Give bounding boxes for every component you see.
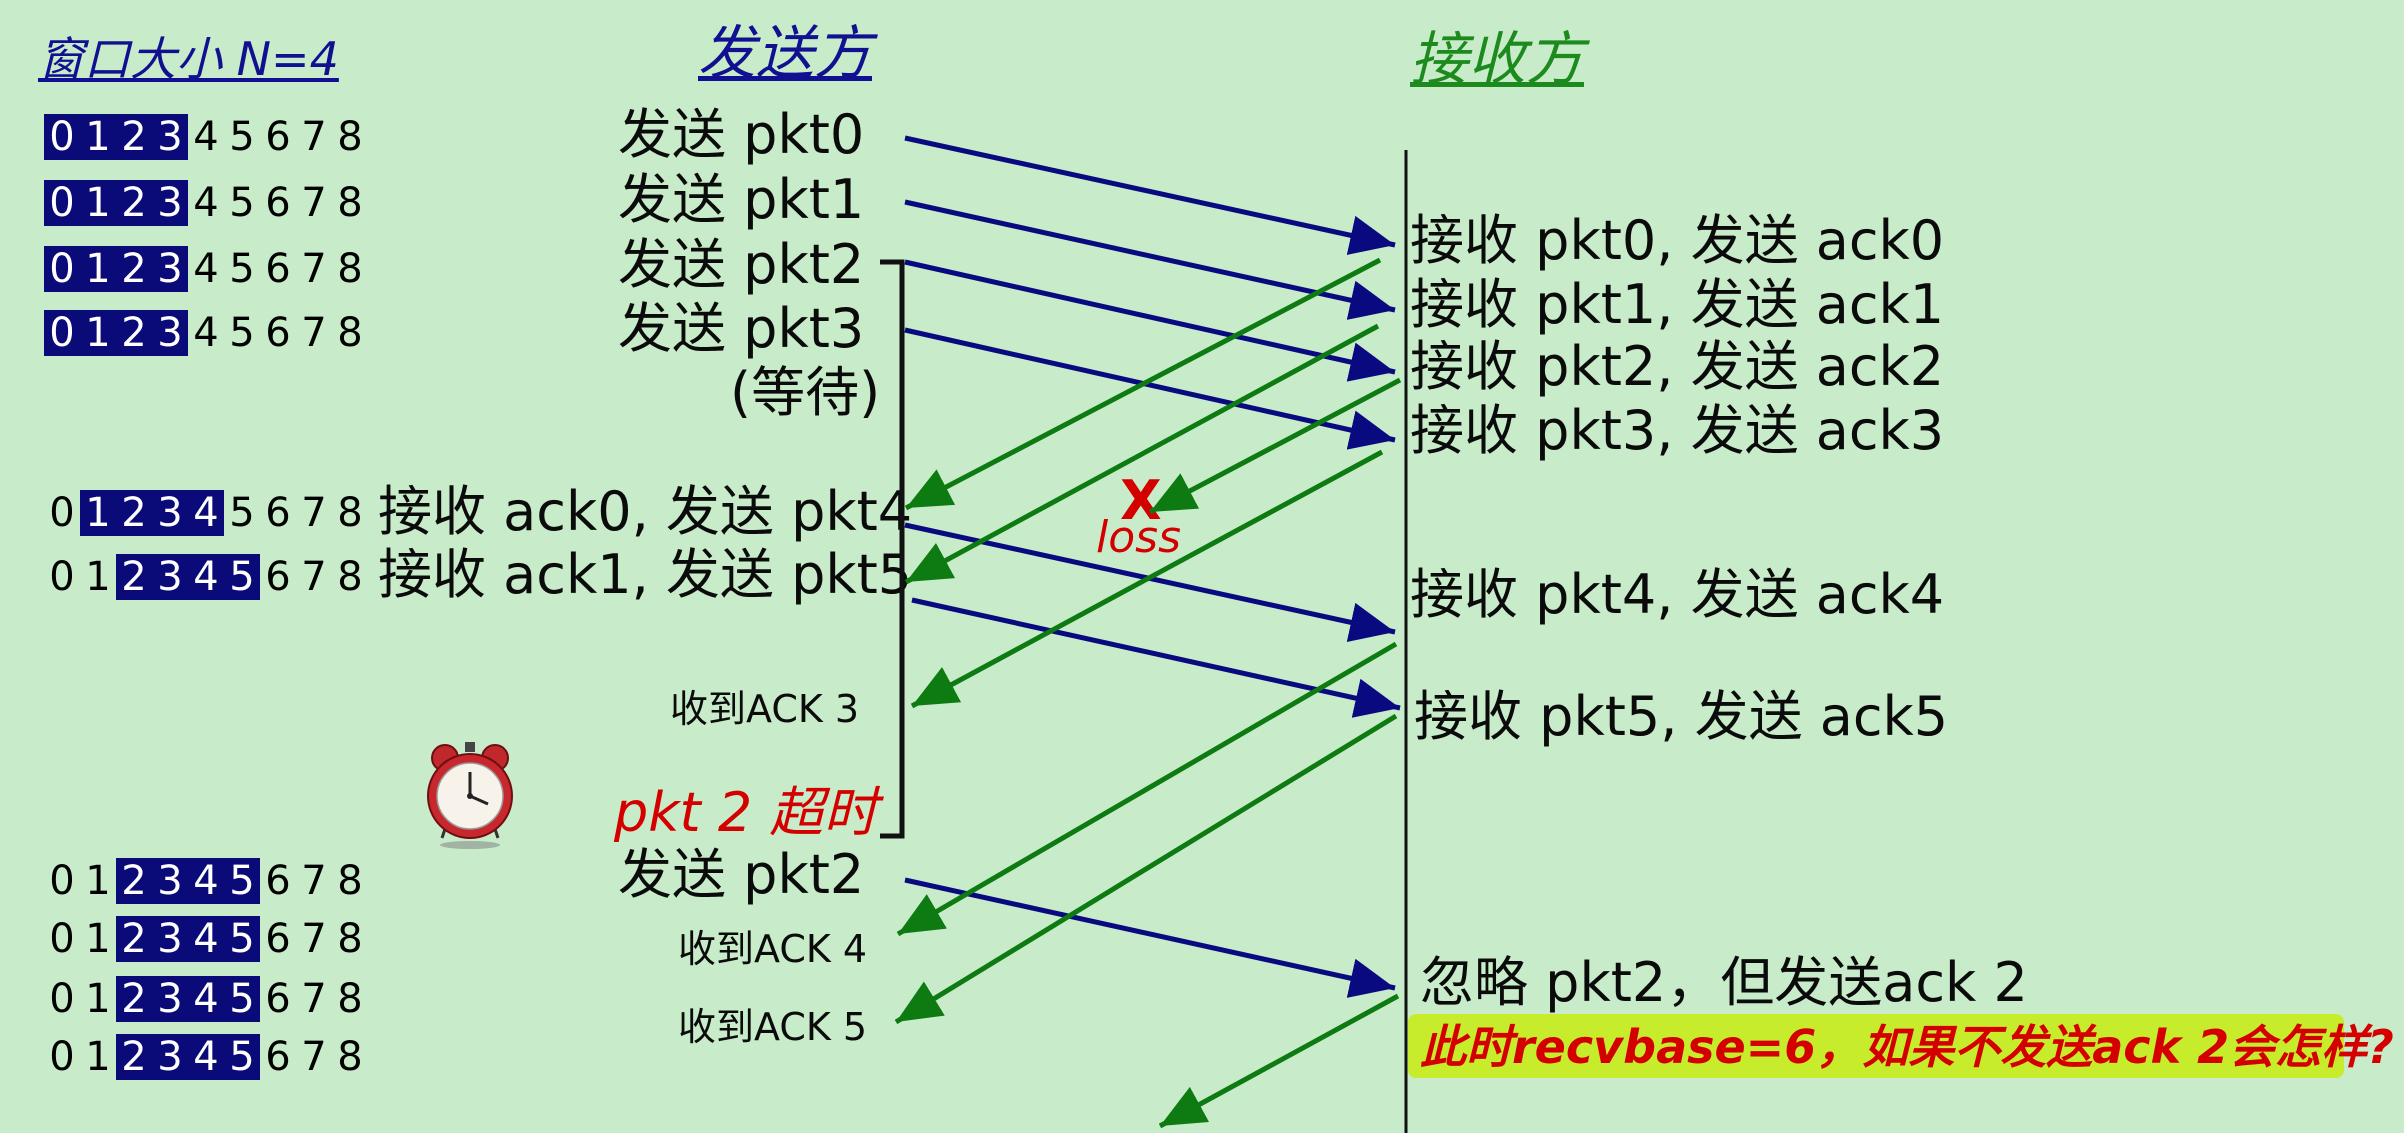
ack0-arrow xyxy=(904,257,1382,511)
ack2-arrow xyxy=(1148,377,1402,515)
ack5-arrow xyxy=(894,713,1398,1025)
message-arrows xyxy=(427,135,1408,1133)
ack4-arrow xyxy=(896,641,1398,937)
pkt0-arrow xyxy=(904,135,1396,255)
timeout-bracket xyxy=(880,259,905,839)
pkt1-arrow xyxy=(904,199,1396,320)
gbn-diagram: 窗口大小 N=4 发送方 接收方 01234567801234567801234… xyxy=(0,0,2404,1133)
alarm-clock-icon xyxy=(427,742,513,849)
ack2-again-arrow xyxy=(1158,993,1400,1129)
ack1-arrow xyxy=(904,323,1380,585)
ack3-arrow xyxy=(910,449,1384,709)
